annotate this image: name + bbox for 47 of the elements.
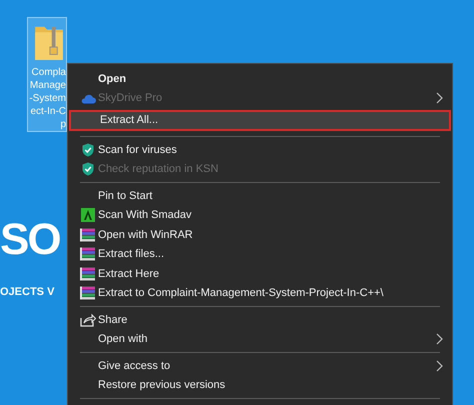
menu-item-label: Open bbox=[98, 72, 126, 86]
letter-a-icon bbox=[80, 208, 94, 222]
shield-check-icon bbox=[82, 142, 94, 157]
chevron-right-icon bbox=[436, 333, 443, 346]
menu-item[interactable]: Open with WinRAR bbox=[69, 225, 451, 244]
file-name-line: -System bbox=[29, 92, 66, 105]
background-subline: OJECTS V bbox=[0, 285, 54, 300]
cloud-icon bbox=[80, 92, 96, 104]
menu-item-label: Extract All... bbox=[100, 113, 158, 128]
menu-item[interactable]: Open with bbox=[69, 330, 451, 349]
menu-item[interactable]: Share bbox=[69, 310, 451, 330]
menu-item-label: Extract to Complaint-Management-System-Project-In-C++\ bbox=[98, 286, 384, 301]
file-name-line: Manage bbox=[30, 79, 66, 92]
menu-item[interactable]: Extract files... bbox=[69, 244, 451, 264]
menu-item[interactable]: Extract Here bbox=[69, 264, 451, 284]
menu-item[interactable]: Open bbox=[69, 69, 451, 88]
stacked-books-icon bbox=[80, 247, 96, 262]
menu-item-label: Check reputation in KSN bbox=[98, 162, 218, 177]
share-icon bbox=[80, 312, 96, 327]
menu-item-label: SkyDrive Pro bbox=[98, 91, 162, 106]
menu-item-label: Give access to bbox=[98, 358, 170, 374]
menu-item-label: Scan With Smadav bbox=[98, 208, 192, 223]
menu-item-label: Extract Here bbox=[98, 266, 160, 282]
menu-item[interactable]: Pin to Start bbox=[69, 186, 451, 206]
menu-item-label: Scan for viruses bbox=[98, 142, 177, 158]
menu-item-label: Extract files... bbox=[98, 247, 164, 262]
menu-item[interactable]: Scan With Smadav bbox=[69, 206, 451, 225]
stacked-books-icon bbox=[80, 228, 96, 242]
menu-item-label: Restore previous versions bbox=[98, 378, 226, 393]
menu-item[interactable]: Restore previous versions bbox=[69, 376, 451, 395]
menu-item[interactable]: Extract All... bbox=[69, 110, 451, 131]
background-headline: SO bbox=[0, 214, 60, 266]
menu-item-label: Open with WinRAR bbox=[98, 228, 193, 242]
file-name-line: Compla bbox=[32, 66, 66, 79]
menu-item[interactable]: Scan for viruses bbox=[69, 140, 451, 160]
menu-item-label: Open with bbox=[98, 332, 148, 347]
file-name-line: p bbox=[60, 118, 66, 131]
menu-item-label: Share bbox=[98, 312, 128, 328]
chevron-right-icon bbox=[436, 360, 443, 372]
file-name-line: ect-In-C bbox=[30, 105, 66, 118]
chevron-right-icon bbox=[436, 92, 443, 104]
stacked-books-icon bbox=[80, 266, 96, 281]
shield-check-icon bbox=[82, 162, 94, 176]
menu-item[interactable]: Extract to Complaint-Management-System-Project-In-C++\ bbox=[69, 284, 451, 303]
menu-item[interactable]: Give access to bbox=[69, 356, 451, 376]
menu-item-label: Pin to Start bbox=[98, 188, 152, 204]
stacked-books-icon bbox=[80, 286, 96, 300]
